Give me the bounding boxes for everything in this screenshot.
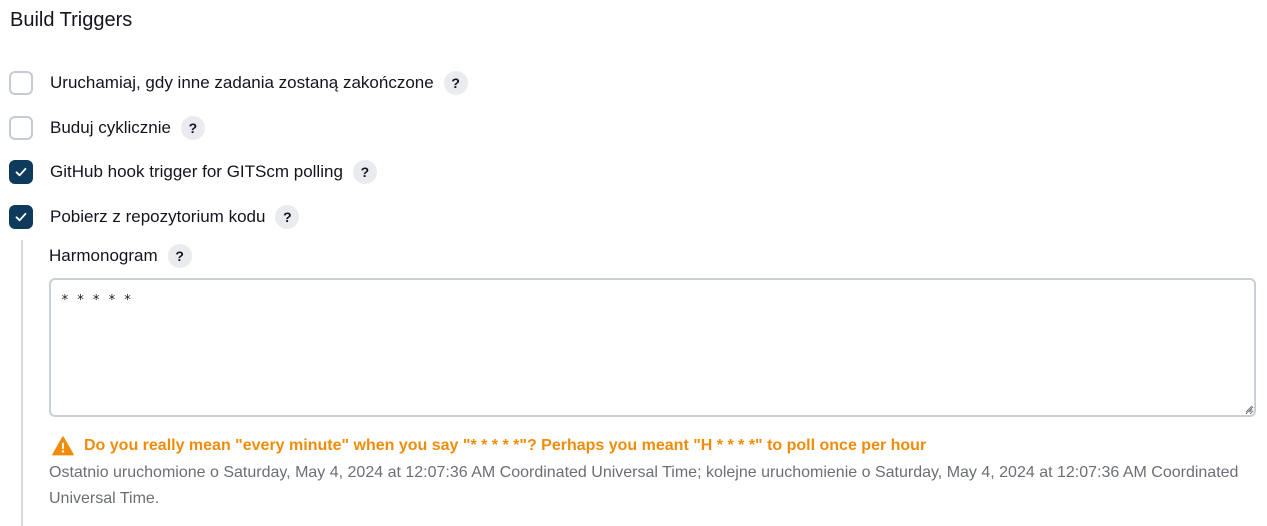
trigger-label[interactable]: Uruchamiaj, gdy inne zadania zostaną zak…	[50, 71, 434, 95]
help-icon[interactable]: ?	[275, 205, 300, 229]
schedule-warning: Do you really mean "every minute" when y…	[52, 434, 926, 458]
schedule-textarea[interactable]: * * * * *	[49, 278, 1256, 417]
checkbox-build-periodically[interactable]	[9, 116, 33, 140]
checkbox-github-hook[interactable]	[9, 160, 33, 184]
trigger-label[interactable]: Pobierz z repozytorium kodu	[50, 205, 265, 229]
schedule-run-info: Ostatnio uruchomione o Saturday, May 4, …	[49, 464, 1239, 507]
trigger-run-after-other-projects: Uruchamiaj, gdy inne zadania zostaną zak…	[9, 69, 468, 97]
trigger-label[interactable]: Buduj cyklicznie	[50, 116, 171, 140]
checkmark-icon	[15, 167, 27, 177]
help-icon[interactable]: ?	[352, 160, 377, 184]
trigger-github-hook: GitHub hook trigger for GITScm polling ?	[9, 158, 377, 186]
trigger-build-periodically: Buduj cyklicznie ?	[9, 114, 205, 142]
schedule-label: Harmonogram	[49, 246, 158, 265]
help-icon[interactable]: ?	[167, 244, 192, 268]
nested-options-divider	[21, 240, 23, 526]
checkmark-icon	[15, 212, 27, 222]
schedule-label-row: Harmonogram ?	[49, 242, 192, 270]
checkbox-poll-scm[interactable]	[9, 205, 33, 229]
trigger-label[interactable]: GitHub hook trigger for GITScm polling	[50, 160, 343, 184]
resize-handle-icon[interactable]	[1243, 403, 1253, 413]
help-icon[interactable]: ?	[180, 116, 205, 140]
trigger-poll-scm: Pobierz z repozytorium kodu ?	[9, 203, 300, 231]
section-title: Build Triggers	[10, 9, 133, 31]
checkbox-run-after-other-projects[interactable]	[9, 71, 33, 95]
help-icon[interactable]: ?	[443, 71, 468, 95]
warning-text: Do you really mean "every minute" when y…	[84, 437, 927, 454]
warning-triangle-icon	[52, 436, 74, 456]
